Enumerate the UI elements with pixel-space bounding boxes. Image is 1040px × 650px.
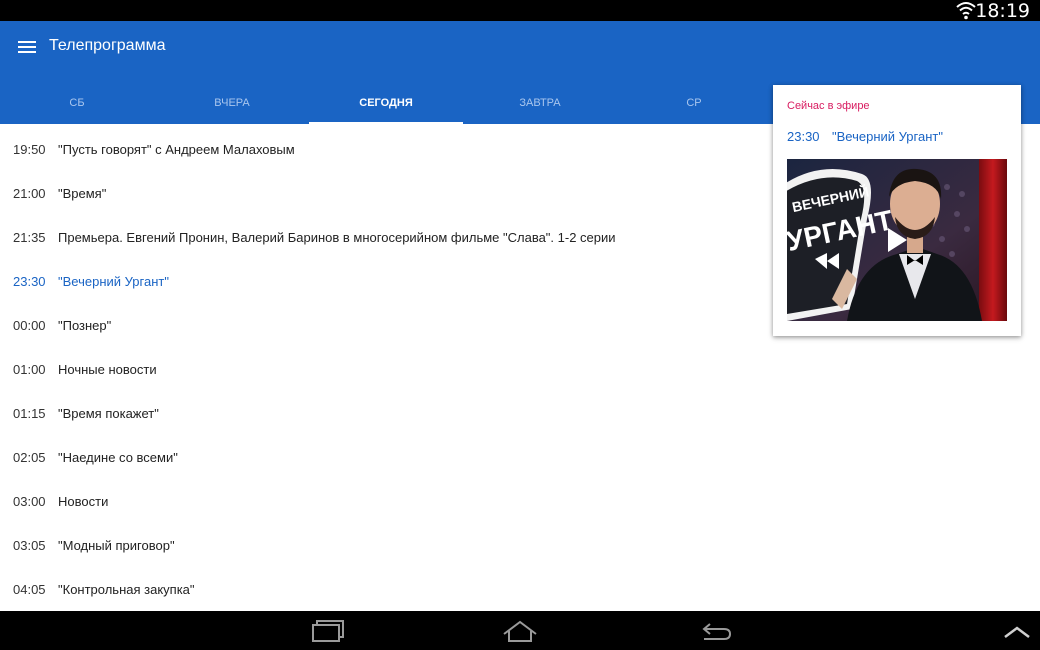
play-icon[interactable] [885, 227, 909, 253]
program-title: "Время покажет" [58, 406, 159, 421]
program-title: "Вечерний Ургант" [58, 274, 169, 289]
program-title: Премьера. Евгений Пронин, Валерий Барино… [58, 230, 616, 245]
program-title: Новости [58, 494, 109, 509]
program-time: 01:15 [13, 406, 46, 421]
program-row[interactable]: 02:05 "Наедине со всеми" [0, 436, 760, 480]
now-on-air-label: Сейчас в эфире [787, 100, 870, 112]
now-on-air-card[interactable]: Сейчас в эфире 23:30 "Вечерний Ургант" В… [773, 85, 1021, 336]
program-row-current[interactable]: 23:30 "Вечерний Ургант" [0, 260, 760, 304]
program-time: 21:00 [13, 186, 46, 201]
video-thumbnail[interactable]: ВЕЧЕРНИЙ УРГАНТ [787, 159, 1007, 321]
status-bar: 18:19 [0, 0, 1040, 22]
program-time: 04:05 [13, 582, 46, 597]
program-time: 21:35 [13, 230, 46, 245]
hamburger-menu-icon[interactable] [16, 38, 38, 56]
program-time: 03:05 [13, 538, 46, 553]
page-title: Телепрограмма [49, 37, 166, 54]
tab-tomorrow[interactable]: ЗАВТРА [463, 83, 617, 124]
tab-saturday[interactable]: СБ [0, 83, 154, 124]
program-title: Ночные новости [58, 362, 157, 377]
home-icon[interactable] [498, 617, 542, 645]
program-row[interactable]: 03:05 "Модный приговор" [0, 524, 760, 568]
now-on-air-title: "Вечерний Ургант" [832, 129, 943, 144]
now-on-air-time: 23:30 [787, 129, 820, 144]
program-time: 02:05 [13, 450, 46, 465]
program-row[interactable]: 01:15 "Время покажет" [0, 392, 760, 436]
program-time: 00:00 [13, 318, 46, 333]
collapse-icon[interactable] [993, 617, 1037, 645]
tab-yesterday[interactable]: ВЧЕРА [155, 83, 309, 124]
program-row[interactable]: 21:35 Премьера. Евгений Пронин, Валерий … [0, 216, 760, 260]
status-clock: 18:19 [975, 0, 1030, 22]
recent-apps-icon[interactable] [303, 617, 347, 645]
program-title: "Время" [58, 186, 107, 201]
wifi-icon [956, 2, 976, 20]
program-title: "Модный приговор" [58, 538, 175, 553]
tab-today[interactable]: СЕГОДНЯ [309, 83, 463, 124]
back-icon[interactable] [694, 617, 738, 645]
program-time: 01:00 [13, 362, 46, 377]
program-row[interactable]: 04:05 "Контрольная закупка" [0, 568, 760, 612]
program-time: 03:00 [13, 494, 46, 509]
program-title: "Наедине со всеми" [58, 450, 178, 465]
program-title: "Контрольная закупка" [58, 582, 195, 597]
program-time: 19:50 [13, 142, 46, 157]
program-row[interactable]: 21:00 "Время" [0, 172, 760, 216]
program-row[interactable]: 00:00 "Познер" [0, 304, 760, 348]
program-row[interactable]: 01:00 Ночные новости [0, 348, 760, 392]
program-title: "Познер" [58, 318, 112, 333]
system-nav-bar [0, 611, 1040, 650]
program-time: 23:30 [13, 274, 46, 289]
program-title: "Пусть говорят" с Андреем Малаховым [58, 142, 295, 157]
program-list: 19:50 "Пусть говорят" с Андреем Малаховы… [0, 128, 760, 612]
tab-wednesday[interactable]: СР [617, 83, 771, 124]
program-row[interactable]: 03:00 Новости [0, 480, 760, 524]
program-row[interactable]: 19:50 "Пусть говорят" с Андреем Малаховы… [0, 128, 760, 172]
